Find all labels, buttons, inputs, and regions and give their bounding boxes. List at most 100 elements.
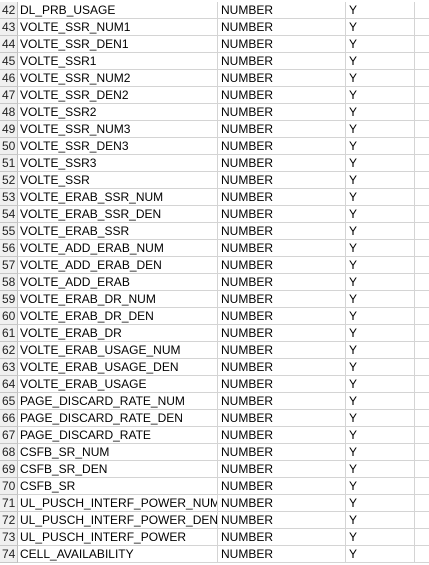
cell-flag[interactable]: Y [346,257,415,274]
cell-data-type[interactable]: NUMBER [218,308,346,325]
cell-data-type[interactable]: NUMBER [218,393,346,410]
cell-field-name[interactable]: VOLTE_ADD_ERAB [18,274,218,291]
cell-data-type[interactable]: NUMBER [218,461,346,478]
cell-data-type[interactable]: NUMBER [218,121,346,138]
cell-flag[interactable]: Y [346,274,415,291]
row-number-header[interactable]: 53 [0,189,18,206]
row-number-header[interactable]: 51 [0,155,18,172]
cell-data-type[interactable]: NUMBER [218,410,346,427]
cell-flag[interactable]: Y [346,121,415,138]
cell-data-type[interactable]: NUMBER [218,359,346,376]
cell-data-type[interactable]: NUMBER [218,478,346,495]
cell-field-name[interactable]: VOLTE_ERAB_USAGE_NUM [18,342,218,359]
cell-field-name[interactable]: VOLTE_ERAB_DR_NUM [18,291,218,308]
cell-data-type[interactable]: NUMBER [218,172,346,189]
row-number-header[interactable]: 44 [0,36,18,53]
row-number-header[interactable]: 50 [0,138,18,155]
cell-empty[interactable] [415,512,429,529]
cell-flag[interactable]: Y [346,512,415,529]
cell-flag[interactable]: Y [346,240,415,257]
cell-flag[interactable]: Y [346,478,415,495]
cell-empty[interactable] [415,138,429,155]
cell-field-name[interactable]: VOLTE_SSR2 [18,104,218,121]
cell-flag[interactable]: Y [346,342,415,359]
cell-field-name[interactable]: VOLTE_ERAB_SSR_NUM [18,189,218,206]
cell-data-type[interactable]: NUMBER [218,70,346,87]
cell-empty[interactable] [415,342,429,359]
cell-field-name[interactable]: VOLTE_ERAB_USAGE [18,376,218,393]
cell-field-name[interactable]: VOLTE_SSR_NUM2 [18,70,218,87]
cell-field-name[interactable]: CELL_AVAILABILITY [18,546,218,563]
row-number-header[interactable]: 48 [0,104,18,121]
cell-field-name[interactable]: VOLTE_ERAB_SSR [18,223,218,240]
cell-field-name[interactable]: VOLTE_SSR1 [18,53,218,70]
cell-empty[interactable] [415,427,429,444]
row-number-header[interactable]: 46 [0,70,18,87]
cell-flag[interactable]: Y [346,444,415,461]
cell-data-type[interactable]: NUMBER [218,529,346,546]
cell-empty[interactable] [415,274,429,291]
cell-flag[interactable]: Y [346,529,415,546]
cell-flag[interactable]: Y [346,376,415,393]
cell-flag[interactable]: Y [346,359,415,376]
cell-empty[interactable] [415,104,429,121]
cell-flag[interactable]: Y [346,189,415,206]
row-number-header[interactable]: 58 [0,274,18,291]
row-number-header[interactable]: 54 [0,206,18,223]
cell-flag[interactable]: Y [346,172,415,189]
cell-flag[interactable]: Y [346,104,415,121]
cell-data-type[interactable]: NUMBER [218,291,346,308]
cell-data-type[interactable]: NUMBER [218,257,346,274]
cell-empty[interactable] [415,376,429,393]
row-number-header[interactable]: 65 [0,393,18,410]
cell-flag[interactable]: Y [346,410,415,427]
cell-data-type[interactable]: NUMBER [218,53,346,70]
cell-flag[interactable]: Y [346,427,415,444]
cell-empty[interactable] [415,546,429,563]
row-number-header[interactable]: 67 [0,427,18,444]
cell-empty[interactable] [415,257,429,274]
cell-field-name[interactable]: UL_PUSCH_INTERF_POWER_NUM [18,495,218,512]
cell-data-type[interactable]: NUMBER [218,189,346,206]
row-number-header[interactable]: 56 [0,240,18,257]
cell-data-type[interactable]: NUMBER [218,444,346,461]
cell-flag[interactable]: Y [346,138,415,155]
cell-empty[interactable] [415,495,429,512]
cell-data-type[interactable]: NUMBER [218,274,346,291]
row-number-header[interactable]: 52 [0,172,18,189]
cell-data-type[interactable]: NUMBER [218,87,346,104]
cell-data-type[interactable]: NUMBER [218,342,346,359]
cell-flag[interactable]: Y [346,155,415,172]
cell-field-name[interactable]: CSFB_SR [18,478,218,495]
cell-field-name[interactable]: VOLTE_ERAB_DR [18,325,218,342]
cell-data-type[interactable]: NUMBER [218,2,346,19]
cell-empty[interactable] [415,19,429,36]
cell-field-name[interactable]: VOLTE_SSR_DEN3 [18,138,218,155]
cell-field-name[interactable]: CSFB_SR_DEN [18,461,218,478]
cell-flag[interactable]: Y [346,70,415,87]
cell-field-name[interactable]: PAGE_DISCARD_RATE [18,427,218,444]
cell-field-name[interactable]: VOLTE_SSR_NUM3 [18,121,218,138]
row-number-header[interactable]: 64 [0,376,18,393]
cell-empty[interactable] [415,121,429,138]
cell-data-type[interactable]: NUMBER [218,206,346,223]
row-number-header[interactable]: 49 [0,121,18,138]
cell-flag[interactable]: Y [346,308,415,325]
cell-flag[interactable]: Y [346,19,415,36]
cell-flag[interactable]: Y [346,53,415,70]
cell-field-name[interactable]: VOLTE_ERAB_USAGE_DEN [18,359,218,376]
cell-field-name[interactable]: PAGE_DISCARD_RATE_NUM [18,393,218,410]
cell-field-name[interactable]: VOLTE_SSR [18,172,218,189]
cell-empty[interactable] [415,70,429,87]
row-number-header[interactable]: 71 [0,495,18,512]
row-number-header[interactable]: 70 [0,478,18,495]
cell-empty[interactable] [415,291,429,308]
cell-empty[interactable] [415,308,429,325]
cell-field-name[interactable]: UL_PUSCH_INTERF_POWER [18,529,218,546]
cell-field-name[interactable]: VOLTE_ADD_ERAB_NUM [18,240,218,257]
cell-empty[interactable] [415,393,429,410]
cell-flag[interactable]: Y [346,36,415,53]
cell-data-type[interactable]: NUMBER [218,155,346,172]
cell-field-name[interactable]: DL_PRB_USAGE [18,2,218,19]
cell-data-type[interactable]: NUMBER [218,240,346,257]
